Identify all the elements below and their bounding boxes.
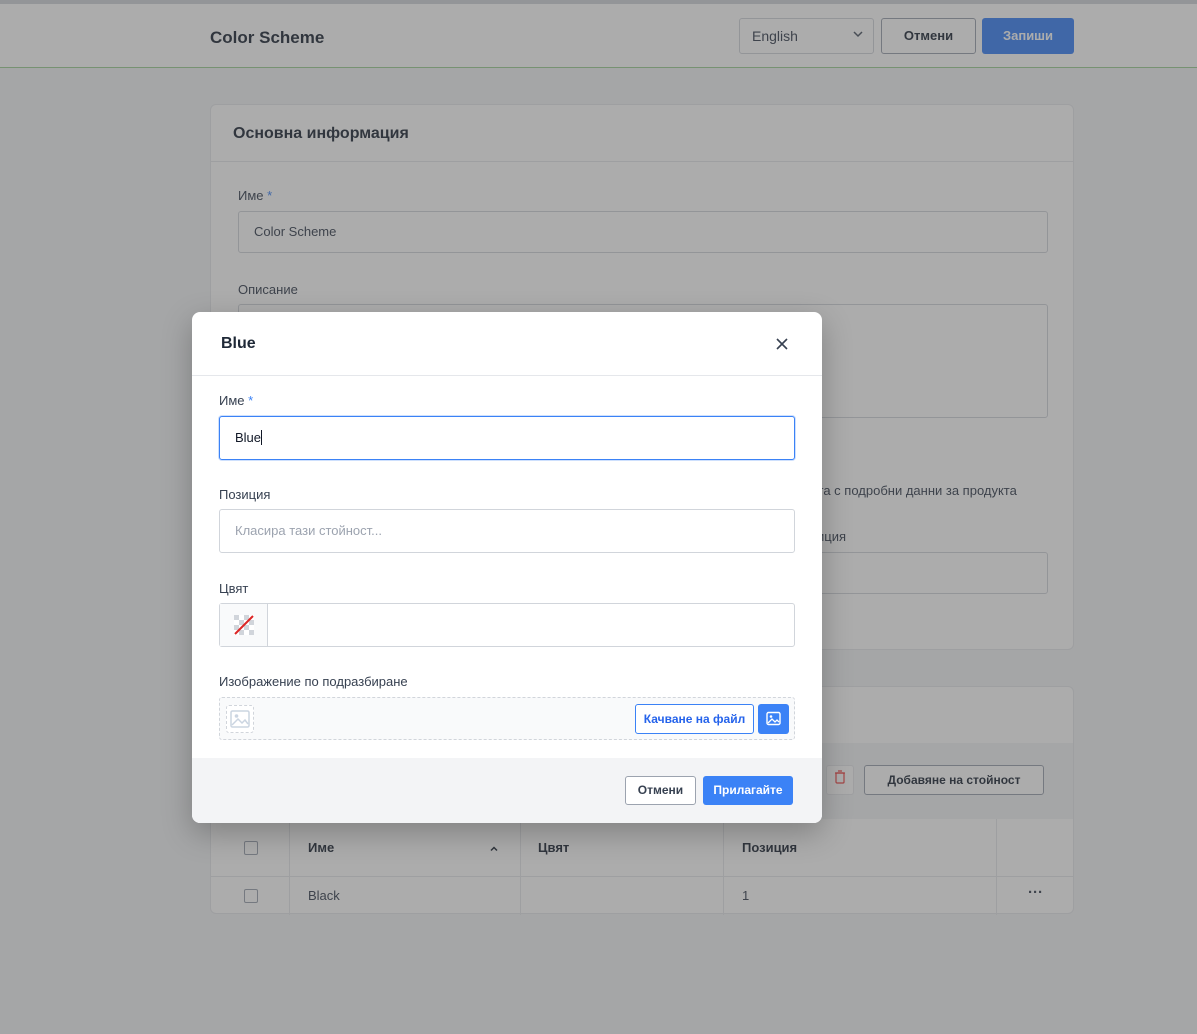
modal-image-label: Изображение по подразбиране [219, 674, 408, 689]
modal-name-value: Blue [235, 430, 262, 445]
image-upload-area[interactable]: Качване на файл [219, 697, 795, 740]
color-swatch-button[interactable] [220, 604, 268, 646]
no-color-icon [233, 614, 255, 641]
close-icon[interactable] [770, 332, 794, 356]
upload-file-button[interactable]: Качване на файл [635, 704, 754, 734]
modal-apply-button[interactable]: Прилагайте [703, 776, 793, 805]
image-placeholder-icon [226, 705, 254, 733]
modal-title: Blue [221, 335, 256, 352]
modal-name-label-text: Име [219, 393, 245, 408]
edit-value-modal: Blue Име * Blue Позиция Класира тази сто… [192, 312, 822, 823]
modal-name-label: Име * [219, 393, 253, 408]
modal-color-label: Цвят [219, 581, 249, 596]
color-picker-field[interactable] [219, 603, 795, 647]
text-caret [261, 430, 263, 445]
modal-footer: Отмени Прилагайте [192, 758, 822, 823]
position-placeholder: Класира тази стойност... [235, 523, 383, 538]
image-icon [766, 711, 781, 731]
required-mark: * [248, 393, 254, 408]
modal-cancel-button[interactable]: Отмени [625, 776, 696, 805]
modal-position-input[interactable]: Класира тази стойност... [219, 509, 795, 553]
modal-position-label: Позиция [219, 487, 271, 502]
divider [192, 375, 822, 376]
modal-name-input[interactable]: Blue [219, 416, 795, 460]
media-library-button[interactable] [758, 704, 789, 734]
